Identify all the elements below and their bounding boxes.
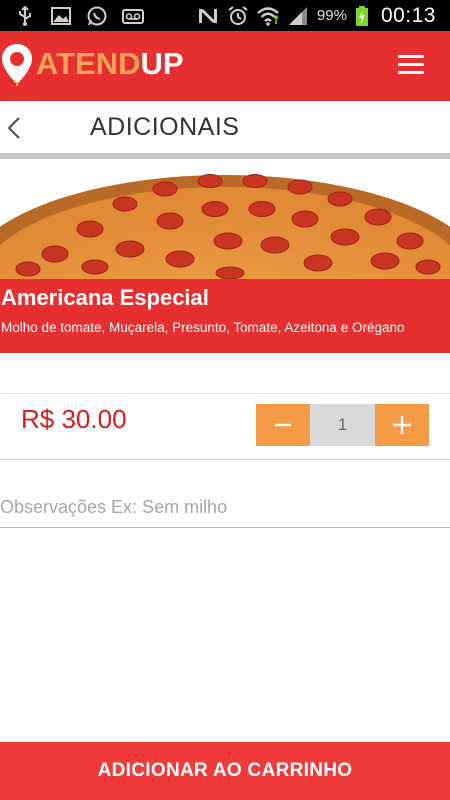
page-title: ADICIONAIS — [90, 113, 240, 141]
alarm-icon — [228, 5, 248, 25]
hamburger-menu-icon[interactable] — [398, 55, 424, 77]
menu-line — [398, 63, 424, 66]
pizza-image — [0, 174, 450, 279]
wifi-icon — [257, 6, 279, 26]
logo-part-2: UP — [140, 46, 184, 81]
minus-icon — [275, 423, 291, 427]
status-bar: 99% 00:13 — [0, 0, 450, 31]
product-banner: Americana Especial Molho de tomate, Muça… — [0, 279, 450, 353]
add-to-cart-button[interactable]: ADICIONAR AO CARRINHO — [0, 742, 450, 800]
logo-wordmark: ATENDUP — [36, 46, 184, 82]
observations-input[interactable] — [0, 488, 450, 528]
usb-icon — [19, 5, 31, 26]
logo-part-1: ATEND — [36, 46, 141, 81]
product-name: Americana Especial — [1, 285, 209, 310]
app-bar: ATENDUP — [0, 31, 450, 101]
section-divider — [0, 459, 450, 460]
app-screen: 99% 00:13 ATENDUP ADICIONAIS Americana E… — [0, 0, 450, 800]
menu-line — [398, 71, 424, 74]
battery-charging-icon — [355, 5, 368, 26]
nfc-mute-icon — [198, 8, 217, 23]
whatsapp-icon — [87, 6, 107, 25]
decrement-button[interactable] — [256, 404, 310, 446]
voicemail-icon — [122, 8, 144, 24]
status-left-icons — [14, 3, 144, 28]
title-row: ADICIONAIS — [0, 101, 450, 153]
location-pin-icon — [2, 44, 32, 86]
image-icon — [51, 6, 71, 25]
quantity-value[interactable]: 1 — [310, 404, 375, 446]
signal-icon — [288, 6, 307, 25]
product-price: R$ 30.00 — [21, 404, 127, 434]
app-logo[interactable]: ATENDUP — [0, 41, 184, 87]
menu-line — [398, 55, 424, 58]
status-time: 00:13 — [380, 3, 436, 27]
increment-button[interactable] — [375, 404, 429, 446]
plus-icon — [393, 416, 411, 434]
chevron-left-icon[interactable] — [4, 115, 24, 141]
quantity-stepper: 1 — [256, 404, 429, 446]
section-divider — [0, 393, 450, 394]
battery-percent: 99% — [316, 7, 347, 24]
product-image — [0, 159, 450, 279]
product-description: Molho de tomate, Muçarela, Presunto, Tom… — [1, 320, 405, 335]
status-right-icons: 99% 00:13 — [197, 3, 436, 28]
